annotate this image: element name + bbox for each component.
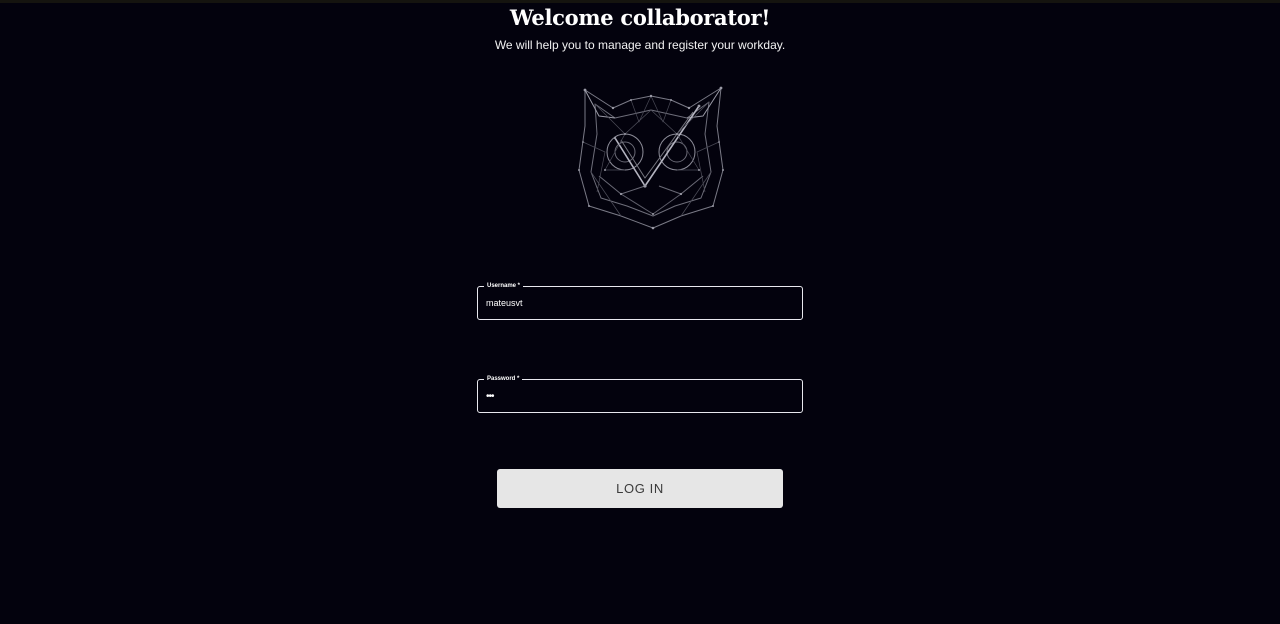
password-input[interactable]: [486, 380, 786, 412]
page-subtitle: We will help you to manage and register …: [494, 38, 786, 52]
login-button[interactable]: LOG IN: [497, 469, 783, 508]
username-field[interactable]: Username *: [477, 281, 803, 320]
page-title: Welcome collaborator!: [509, 5, 771, 30]
owl-checkmark-logo-icon: [575, 82, 727, 232]
username-input[interactable]: [486, 287, 786, 319]
password-field[interactable]: Password *: [477, 374, 803, 413]
login-page: Welcome collaborator! We will help you t…: [0, 0, 1280, 624]
